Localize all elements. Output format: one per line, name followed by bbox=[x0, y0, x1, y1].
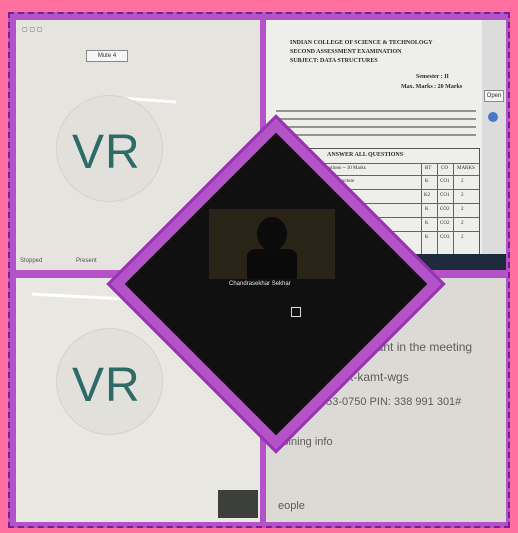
status-right: Present bbox=[76, 258, 97, 264]
question-co: CO2 bbox=[440, 207, 450, 212]
question-bt: K bbox=[425, 207, 429, 212]
question-bt: K bbox=[425, 221, 429, 226]
doc-header-3: SUBJECT: DATA STRUCTURES bbox=[290, 58, 378, 64]
question-marks: 2 bbox=[461, 193, 464, 198]
question-co: CO3 bbox=[440, 235, 450, 240]
section-title: ANSWER ALL QUESTIONS bbox=[327, 152, 404, 158]
question-co: CO1 bbox=[440, 179, 450, 184]
doc-text-line bbox=[276, 118, 476, 120]
mute-button[interactable]: Mute 4 bbox=[86, 50, 128, 62]
avatar-initials: VR bbox=[72, 359, 141, 412]
avatar-initials: VR bbox=[72, 126, 141, 179]
record-icon[interactable] bbox=[488, 112, 498, 122]
participant-body bbox=[247, 249, 297, 279]
table-col bbox=[453, 163, 454, 259]
doc-header-5: Max. Marks : 20 Marks bbox=[401, 84, 463, 90]
collage: ▢ ▢ ▢ Mute 4 VR Stopped Present INDIAN C… bbox=[8, 12, 510, 528]
table-col bbox=[421, 163, 422, 259]
status-left: Stopped bbox=[20, 258, 43, 264]
question-co: CO2 bbox=[440, 221, 450, 226]
question-marks: 2 bbox=[461, 207, 464, 212]
table-col bbox=[437, 163, 438, 259]
question-marks: 2 bbox=[461, 179, 464, 184]
question-bt: K bbox=[425, 179, 429, 184]
window-caption: ▢ ▢ ▢ bbox=[22, 27, 43, 33]
viewer-sidebar[interactable]: Open bbox=[482, 20, 506, 270]
col-header-bt: BT bbox=[425, 166, 432, 171]
doc-text-line bbox=[276, 134, 476, 136]
question-bt: K2 bbox=[424, 193, 431, 198]
question-co: CO1 bbox=[440, 193, 450, 198]
open-button[interactable]: Open bbox=[484, 90, 504, 102]
doc-text-line bbox=[276, 110, 476, 112]
doc-header-1: INDIAN COLLEGE OF SCIENCE & TECHNOLOGY bbox=[290, 40, 433, 46]
collage-frame: ▢ ▢ ▢ Mute 4 VR Stopped Present INDIAN C… bbox=[0, 0, 518, 533]
col-header-marks: MARKS bbox=[457, 166, 475, 171]
participant-head bbox=[257, 217, 287, 251]
participant-name: Chandrasekhar Sekhar bbox=[229, 281, 291, 287]
question-marks: 2 bbox=[461, 235, 464, 240]
question-marks: 2 bbox=[461, 221, 464, 226]
doc-header-4: Semester : II bbox=[416, 74, 449, 80]
mic-icon[interactable] bbox=[291, 307, 301, 317]
question-bt: K bbox=[425, 235, 429, 240]
people-heading: eople bbox=[278, 500, 305, 512]
self-view-thumbnail[interactable] bbox=[218, 490, 258, 518]
doc-header-2: SECOND ASSESSMENT EXAMINATION bbox=[290, 49, 402, 55]
col-header-co: CO bbox=[441, 166, 448, 171]
doc-text-line bbox=[276, 126, 476, 128]
